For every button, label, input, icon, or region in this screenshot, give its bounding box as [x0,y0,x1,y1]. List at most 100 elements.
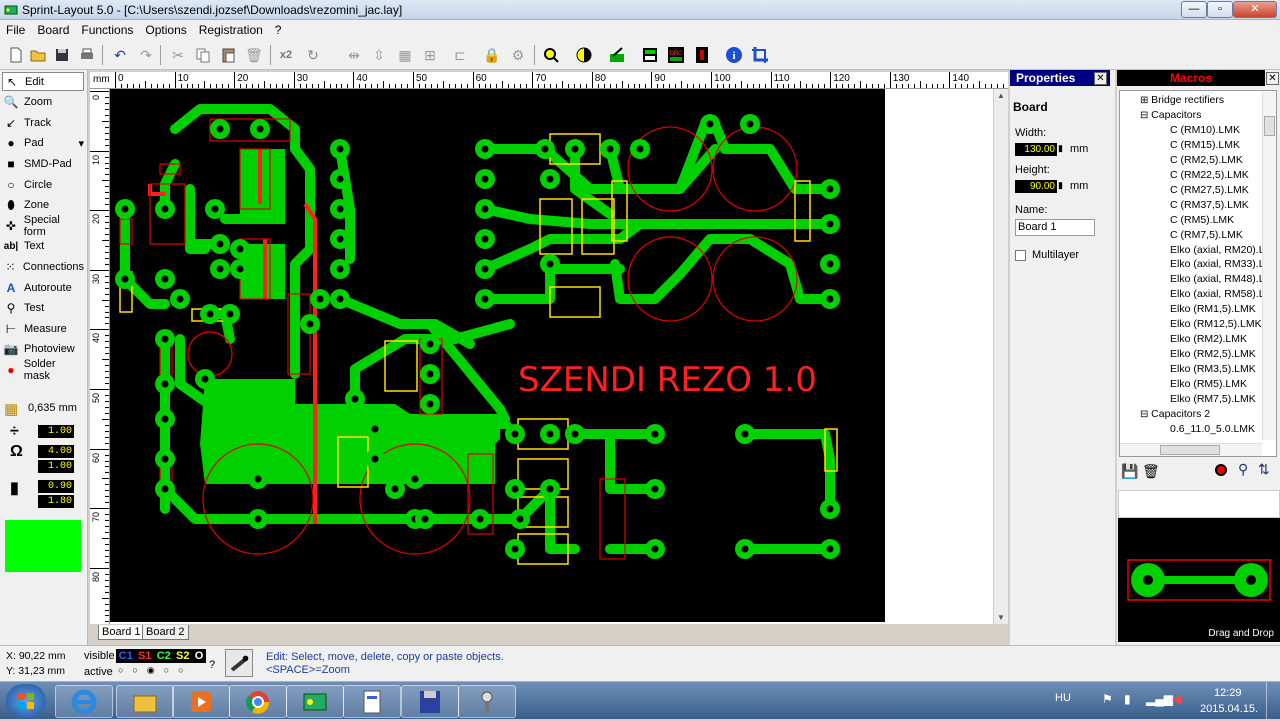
expand-icon[interactable]: ⊞ [1140,95,1151,106]
macro-save-icon[interactable]: 💾 [1121,463,1138,480]
align-icon[interactable]: ▦ [395,45,415,65]
taskbar-sprint-layout-icon[interactable] [286,685,344,718]
volume-tray-icon[interactable]: ◀ [1172,692,1181,706]
tree-folder[interactable]: ⊞ Bridge rectifiers [1140,93,1224,108]
tree-item[interactable]: Elko (axial, RM33).LM [1170,257,1273,272]
tree-folder[interactable]: ⊟ Capacitors [1140,108,1201,123]
tree-item[interactable]: Elko (RM3,5).LMK [1170,362,1256,377]
macro-tree-hscrollbar[interactable] [1120,443,1262,456]
multilayer-checkbox[interactable] [1015,250,1026,261]
width-spin-icon[interactable]: ▮ [1058,143,1063,154]
taskbar-document-icon[interactable] [343,685,401,718]
layer-s2[interactable]: S2 [176,649,189,663]
group-icon[interactable]: ⊏ [450,45,470,65]
tool-test[interactable]: ⚲ Test [2,299,84,318]
unlock-icon[interactable]: ⚙ [508,45,528,65]
pcb-board[interactable]: SZENDI REZO 1.0 [110,89,885,622]
tab-board-2[interactable]: Board 2 [142,625,189,640]
tree-folder[interactable]: ⊟ Capacitors 2 [1140,407,1210,422]
tree-item[interactable]: C (RM10).LMK [1170,123,1240,138]
duplicate-x2-button[interactable]: x2 [276,45,296,65]
vertical-scrollbar[interactable]: ▲ ▼ [993,89,1008,624]
open-folder-icon[interactable] [28,45,48,65]
export-icon[interactable] [692,45,712,65]
copy-icon[interactable] [193,45,213,65]
help-question[interactable]: ? [209,659,215,671]
minimize-button[interactable]: — [1181,1,1207,18]
pad-dropdown-icon[interactable]: ▾ [78,137,84,150]
tool-autoroute[interactable]: A Autoroute [2,278,84,297]
macro-delete-icon[interactable]: 🗑 [1142,463,1160,480]
menu-options[interactable]: Options [139,20,192,40]
layer-pen-icon[interactable] [607,45,627,65]
tree-item[interactable]: C (RM37,5).LMK [1170,198,1249,213]
menu-board[interactable]: Board [31,20,75,40]
redo-icon[interactable]: ↷ [136,45,156,65]
tool-zone[interactable]: ⬮ Zone [2,196,84,215]
active-layer-color-swatch[interactable] [5,520,81,572]
tool-special-form[interactable]: ✜ Special form [2,214,84,238]
tree-item[interactable]: Elko (RM12,5).LMK [1170,317,1262,332]
tool-edit[interactable]: ↖ Edit [2,72,84,91]
drc-icon[interactable]: DRC [666,45,686,65]
tool-pad[interactable]: ● Pad ▾ [2,134,84,153]
tree-item[interactable]: Elko (RM5).LMK [1170,377,1247,392]
taskbar-media-icon[interactable] [172,685,230,718]
tree-item[interactable]: Elko (axial, RM20).LM [1170,243,1273,258]
print-icon[interactable] [77,45,97,65]
tree-item[interactable]: C (RM7,5).LMK [1170,228,1243,243]
taskbar-chrome-icon[interactable] [229,685,287,718]
language-indicator[interactable]: HU [1055,692,1071,704]
paste-icon[interactable] [219,45,239,65]
mirror-horizontal-icon[interactable]: ⇹ [344,45,364,65]
tree-item[interactable]: Elko (RM7,5).LMK [1170,392,1256,407]
network-tray-icon[interactable]: ▂▄▆ [1146,692,1173,706]
info-icon[interactable]: i [724,45,744,65]
tool-measure[interactable]: ⊢ Measure [2,319,84,338]
zoom-search-icon[interactable] [541,45,561,65]
pad-diameter-field[interactable]: 4.00 [38,445,74,458]
board-name-field[interactable]: Board 1 [1015,219,1095,236]
macros-close-icon[interactable]: ✕ [1266,72,1279,85]
tool-text[interactable]: ab| Text [2,237,84,256]
macro-tool-icon[interactable]: ⚲ [1238,461,1248,478]
battery-tray-icon[interactable]: ▮ [1124,692,1131,706]
pad-drill-field[interactable]: 1.00 [38,460,74,473]
menu-file[interactable]: File [0,20,31,40]
lock-icon[interactable]: 🔒 [482,45,502,65]
smd-height-field[interactable]: 1.80 [38,495,74,508]
pin-tool-icon[interactable] [225,649,253,677]
layer-o[interactable]: O [195,649,204,663]
new-file-icon[interactable] [6,45,26,65]
clock-date[interactable]: 2015.04.15. [1200,703,1258,715]
height-spin-icon[interactable]: ▮ [1058,180,1063,191]
tree-item[interactable]: C (RM22,5).LMK [1170,168,1249,183]
tool-zoom[interactable]: 🔍 Zoom [2,93,84,112]
clock-time[interactable]: 12:29 [1214,687,1242,699]
height-field[interactable]: 90.00 [1015,180,1057,193]
menu-registration[interactable]: Registration [193,20,269,40]
tree-item[interactable]: Elko (RM2,5).LMK [1170,347,1256,362]
close-button[interactable]: ✕ [1233,1,1277,18]
menu-help[interactable]: ? [269,20,288,40]
tree-item[interactable]: Elko (RM2).LMK [1170,332,1247,347]
grid-icon[interactable]: ▦ [4,400,18,418]
taskbar-tool-icon[interactable] [458,685,516,718]
tree-item[interactable]: Elko (RM1,5).LMK [1170,302,1256,317]
mirror-vertical-icon[interactable]: ⇳ [369,45,389,65]
collapse-icon[interactable]: ⊟ [1140,110,1151,121]
tool-track[interactable]: ↙ Track [2,113,84,132]
properties-close-icon[interactable]: ✕ [1094,72,1107,85]
taskbar-save-icon[interactable] [401,685,459,718]
save-icon[interactable] [52,45,72,65]
record-icon[interactable] [1215,464,1227,476]
grid-snap-icon[interactable]: ⊞ [420,45,440,65]
menu-functions[interactable]: Functions [75,20,139,40]
tree-item[interactable]: 0.6_11.0_5.0.LMK [1170,422,1255,437]
scanner-icon[interactable] [640,45,660,65]
tree-item[interactable]: Elko (axial, RM58).LM [1170,287,1273,302]
taskbar-ie-icon[interactable] [55,685,113,718]
width-field[interactable]: 130.00 [1015,143,1057,156]
layer-c1[interactable]: C1 [119,649,133,663]
tool-solder-mask[interactable]: ● Solder mask [2,358,84,382]
